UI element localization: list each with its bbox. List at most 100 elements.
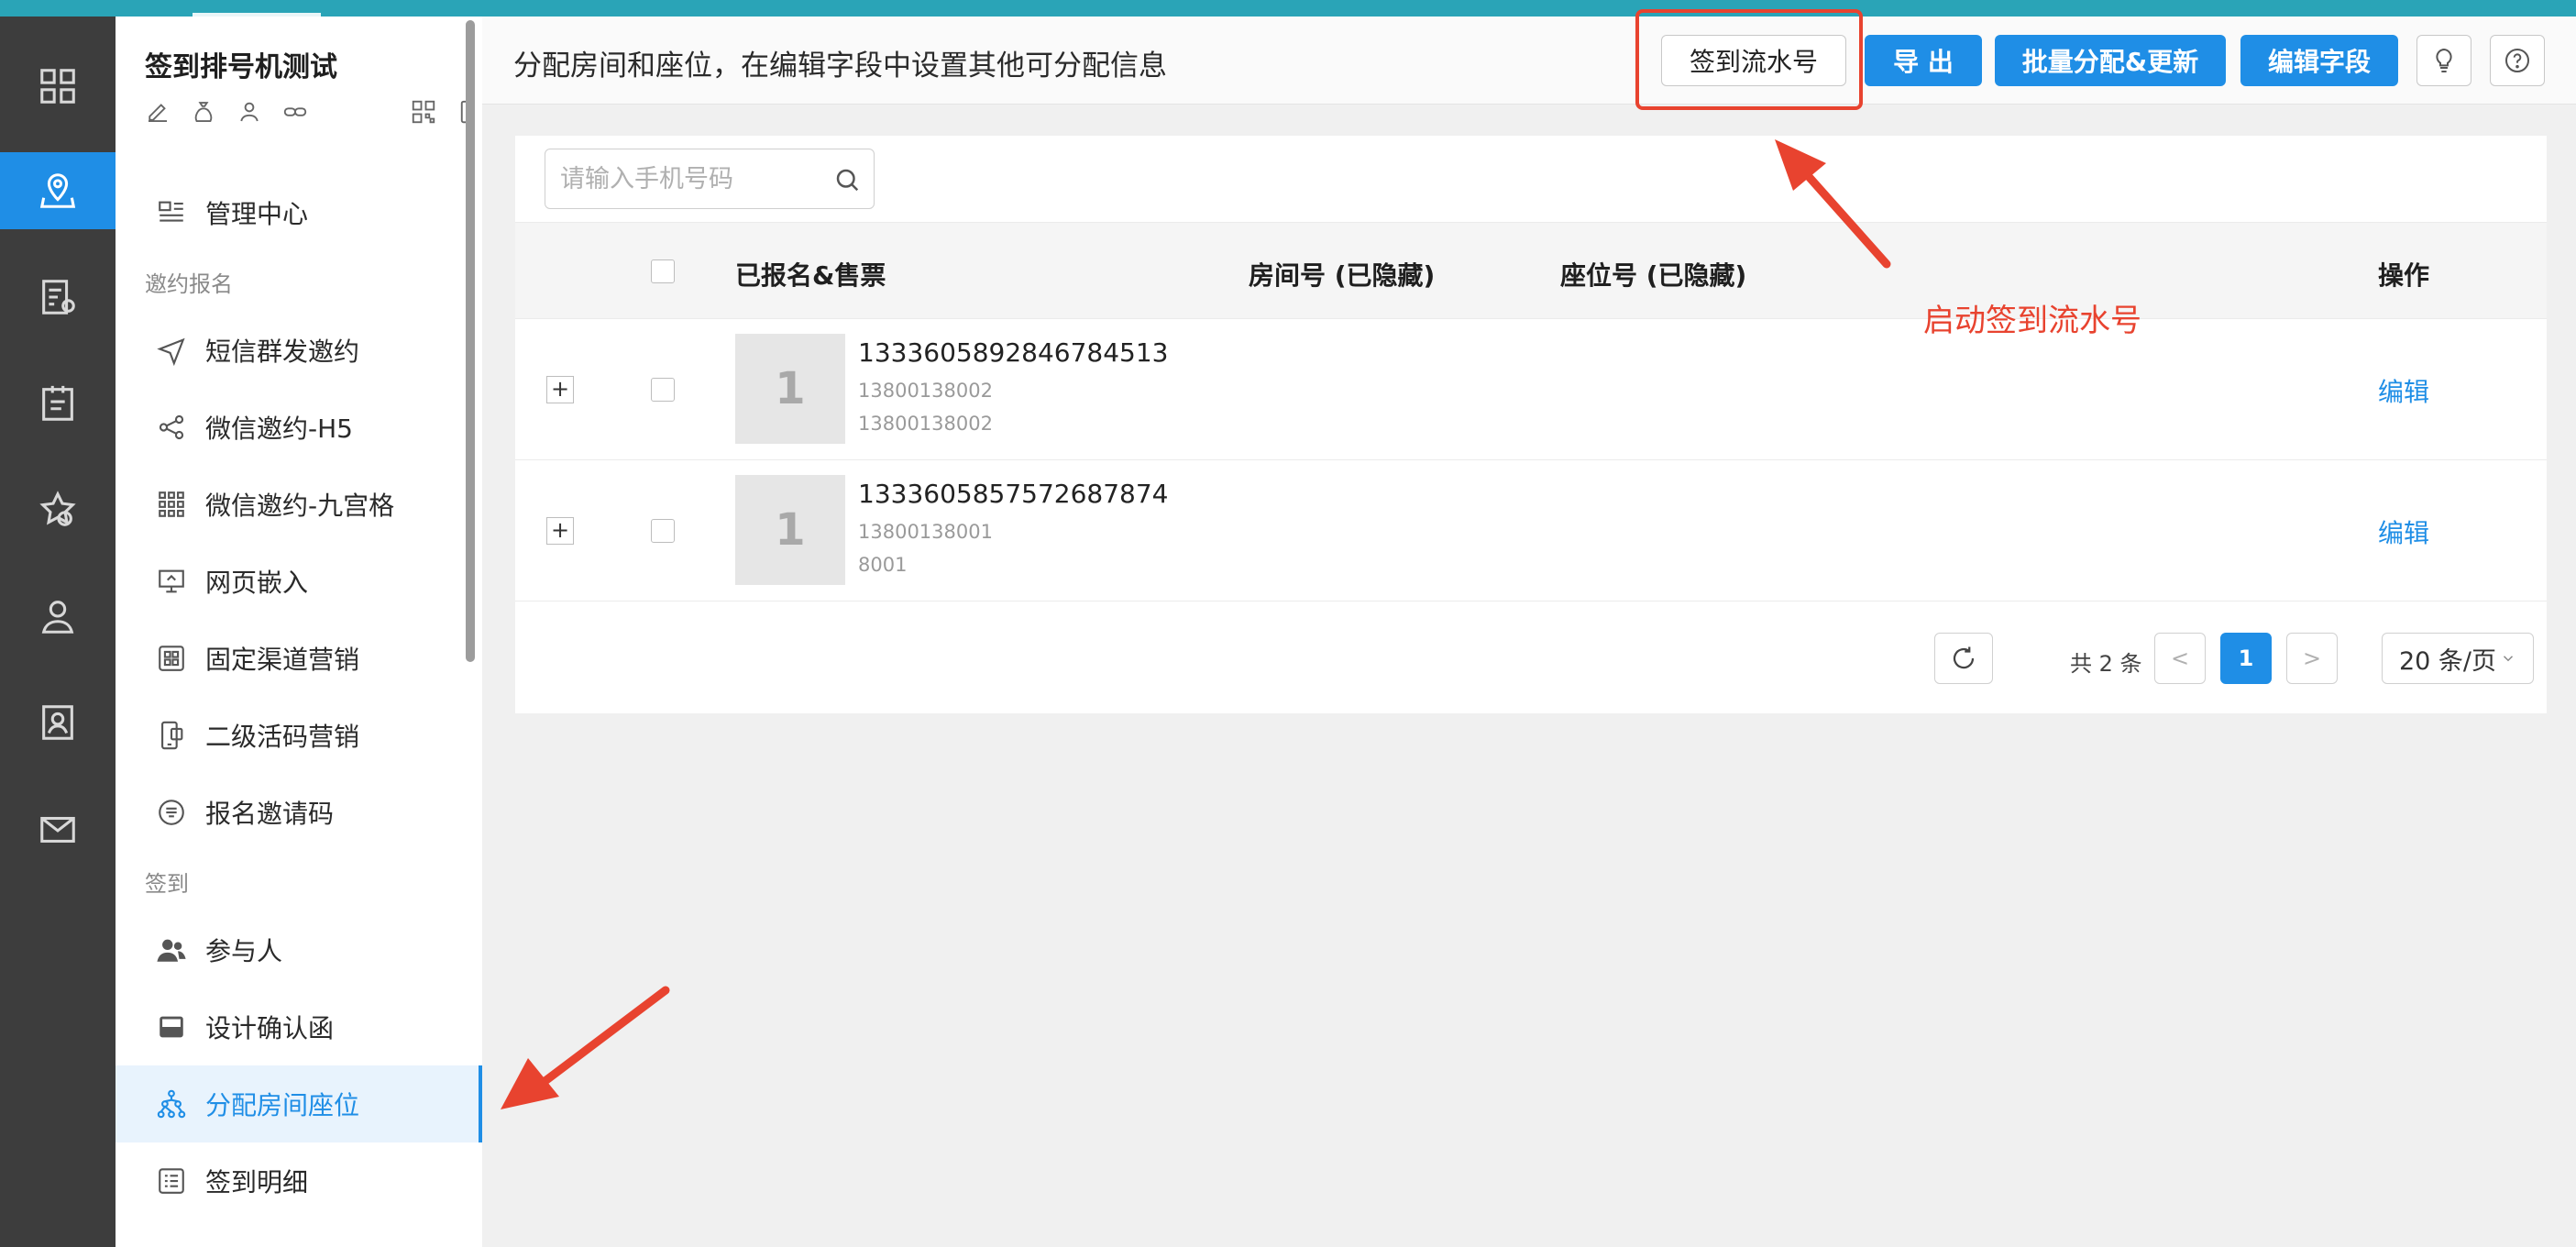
menu-item-label: 分配房间座位 xyxy=(205,1090,360,1120)
chevron-down-icon xyxy=(2503,656,2514,662)
share-icon xyxy=(159,414,184,440)
menu-item-admin-center[interactable]: 管理中心 xyxy=(116,174,482,251)
menu-item-label: 设计确认函 xyxy=(205,1013,335,1043)
table-row: + 1 1333605892846784513 13800138002 1380… xyxy=(515,319,2547,460)
money-bag-icon[interactable] xyxy=(189,97,218,127)
menu-item-label: 短信群发邀约 xyxy=(205,337,360,367)
page-title: 分配房间和座位，在编辑字段中设置其他可分配信息 xyxy=(513,50,1167,83)
mail-icon[interactable] xyxy=(0,790,116,867)
menu-item-label: 管理中心 xyxy=(205,199,309,229)
invite-badge-icon xyxy=(159,800,184,825)
layout-icon xyxy=(159,201,183,222)
batch-assign-button[interactable]: 批量分配&更新 xyxy=(1995,35,2226,86)
lightbulb-icon[interactable] xyxy=(2416,35,2471,86)
send-icon xyxy=(157,337,185,366)
checklist-icon[interactable] xyxy=(0,365,116,442)
edit-icon[interactable] xyxy=(143,97,172,127)
column-seat: 座位号 (已隐藏) xyxy=(1560,260,1747,291)
page-size-select[interactable]: 20 条/页 xyxy=(2382,633,2534,684)
registration-id: 1333605857572687874 xyxy=(858,479,1169,509)
qr-code-icon[interactable] xyxy=(409,97,438,127)
edit-link[interactable]: 编辑 xyxy=(2378,372,2429,409)
menu-item-label: 微信邀约-H5 xyxy=(205,414,353,444)
ticket-thumbnail: 1 xyxy=(735,334,845,444)
apps-icon xyxy=(159,646,184,671)
next-page-button[interactable]: > xyxy=(2286,633,2338,684)
menu-item-invite-code[interactable]: 报名邀请码 xyxy=(116,774,482,851)
people-icon xyxy=(157,939,186,962)
section-invite: 邀约报名 xyxy=(145,271,233,297)
dashboard-icon[interactable] xyxy=(0,48,116,125)
search-icon[interactable] xyxy=(833,166,861,193)
row-checkbox[interactable] xyxy=(651,378,675,402)
map-icon[interactable] xyxy=(0,152,116,229)
phone-number: 13800138001 xyxy=(858,521,993,543)
row-checkbox[interactable] xyxy=(651,519,675,543)
refresh-icon[interactable] xyxy=(1934,633,1993,684)
menu-item-confirmation[interactable]: 设计确认函 xyxy=(116,988,482,1065)
prev-page-button[interactable]: < xyxy=(2154,633,2206,684)
monitor-icon xyxy=(159,569,184,593)
main-card: 已报名&售票 房间号 (已隐藏) 座位号 (已隐藏) 操作 + 1 133360… xyxy=(515,136,2547,713)
org-chart-icon xyxy=(157,1089,186,1119)
menu-item-wechat-h5[interactable]: 微信邀约-H5 xyxy=(116,389,482,466)
ticket-thumbnail: 1 xyxy=(735,475,845,585)
menu-item-label: 报名邀请码 xyxy=(205,799,335,829)
annotation-text: 启动签到流水号 xyxy=(1923,303,2141,339)
menu-item-label: 签到明细 xyxy=(205,1167,309,1197)
menu-item-participants[interactable]: 参与人 xyxy=(116,911,482,988)
menu-item-wechat-grid[interactable]: 微信邀约-九宫格 xyxy=(116,466,482,543)
menu-item-label: 固定渠道营销 xyxy=(205,645,360,675)
menu-item-checkin-details[interactable]: 签到明细 xyxy=(116,1142,482,1219)
edit-fields-button[interactable]: 编辑字段 xyxy=(2240,35,2398,86)
menu-item-assign-rooms[interactable]: 分配房间座位 xyxy=(116,1065,482,1142)
menu-item-web-embed[interactable]: 网页嵌入 xyxy=(116,543,482,620)
expand-row-button[interactable]: + xyxy=(546,376,574,403)
list-icon xyxy=(159,1168,184,1194)
menu-item-label: 微信邀约-九宫格 xyxy=(205,491,395,521)
star-help-icon[interactable] xyxy=(0,471,116,548)
edit-link[interactable]: 编辑 xyxy=(2378,513,2429,550)
contact-card-icon[interactable] xyxy=(0,684,116,761)
table-row: + 1 1333605857572687874 13800138001 8001… xyxy=(515,460,2547,601)
column-registered: 已报名&售票 xyxy=(735,260,886,291)
help-icon[interactable] xyxy=(2490,35,2545,86)
page-size-label: 20 条/页 xyxy=(2398,646,2497,676)
link-icon[interactable] xyxy=(281,97,310,127)
menu-item-label: 二级活码营销 xyxy=(205,722,360,752)
menu-item-sms-invite[interactable]: 短信群发邀约 xyxy=(116,312,482,389)
annotation-highlight-box xyxy=(1635,9,1863,110)
export-button[interactable]: 导 出 xyxy=(1865,35,1982,86)
pagination-total: 共 2 条 xyxy=(2070,651,2142,677)
menu-item-label: 网页嵌入 xyxy=(205,568,309,598)
annotation-arrow-top xyxy=(1775,139,1891,269)
top-bar xyxy=(0,0,2576,17)
phone-search-input[interactable] xyxy=(560,162,826,195)
project-toolbar xyxy=(143,97,475,130)
annotation-arrow-bottom xyxy=(501,986,670,1109)
select-all-checkbox[interactable] xyxy=(651,259,675,283)
column-actions: 操作 xyxy=(2378,260,2430,291)
sidebar-scrollbar[interactable] xyxy=(466,20,475,662)
page-header: 分配房间和座位，在编辑字段中设置其他可分配信息 签到流水号 导 出 批量分配&更… xyxy=(482,17,2576,105)
menu-item-label: 参与人 xyxy=(205,936,283,966)
grid-icon xyxy=(159,491,184,517)
report-settings-icon[interactable] xyxy=(0,259,116,336)
person-icon[interactable] xyxy=(235,97,264,127)
menu-item-live-code[interactable]: 二级活码营销 xyxy=(116,697,482,774)
phone-code-icon xyxy=(161,721,183,750)
secondary-info: 8001 xyxy=(858,554,908,576)
page-1-button[interactable]: 1 xyxy=(2220,633,2272,684)
icon-rail xyxy=(0,17,116,1247)
user-icon[interactable] xyxy=(0,578,116,655)
phone-number: 13800138002 xyxy=(858,380,993,402)
section-checkin: 签到 xyxy=(145,871,189,897)
menu-item-fixed-channel[interactable]: 固定渠道营销 xyxy=(116,620,482,697)
inbox-icon xyxy=(160,1016,183,1038)
registration-id: 1333605892846784513 xyxy=(858,337,1169,368)
column-room: 房间号 (已隐藏) xyxy=(1249,260,1436,291)
sidebar: 签到排号机测试 管理中心 邀约报名 短信群发邀约 微信邀约-H5 微信邀约-九宫… xyxy=(116,17,482,1247)
search-box xyxy=(545,149,875,209)
expand-row-button[interactable]: + xyxy=(546,517,574,545)
table-header: 已报名&售票 房间号 (已隐藏) 座位号 (已隐藏) 操作 xyxy=(515,222,2547,319)
